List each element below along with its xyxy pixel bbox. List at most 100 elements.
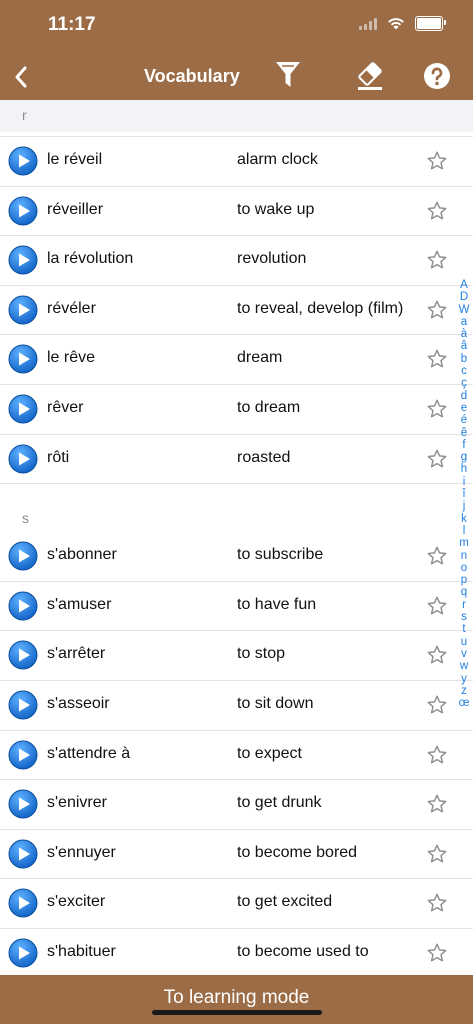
star-outline-icon[interactable] [426, 545, 448, 567]
star-outline-icon[interactable] [426, 299, 448, 321]
play-circle-icon[interactable] [8, 295, 38, 325]
index-letter[interactable]: s [461, 611, 467, 623]
play-circle-icon[interactable] [8, 888, 38, 918]
list-item[interactable]: s'attendre à to expect [0, 731, 473, 781]
index-letter[interactable]: n [461, 550, 467, 562]
french-word: rêver [47, 398, 84, 416]
index-letter[interactable]: m [459, 537, 469, 549]
french-word: le rêve [47, 349, 96, 367]
play-circle-icon[interactable] [8, 938, 38, 968]
star-outline-icon[interactable] [426, 448, 448, 470]
index-letter[interactable]: W [459, 304, 470, 316]
index-letter[interactable]: f [462, 439, 465, 451]
index-letter[interactable]: A [460, 279, 468, 291]
list-item[interactable]: le rêve dream [0, 335, 473, 385]
index-letter[interactable]: z [461, 685, 467, 697]
star-outline-icon[interactable] [426, 744, 448, 766]
section-header: r [0, 100, 473, 132]
index-letter[interactable]: g [461, 451, 467, 463]
index-letter[interactable]: a [461, 316, 467, 328]
play-circle-icon[interactable] [8, 444, 38, 474]
index-letter[interactable]: w [460, 660, 468, 672]
index-letter[interactable]: v [461, 648, 467, 660]
list-item[interactable]: rôti roasted [0, 435, 473, 485]
vocabulary-list[interactable]: r le réveil alarm clock réveiller to wake up… [0, 100, 473, 975]
star-outline-icon[interactable] [426, 595, 448, 617]
list-item[interactable]: s'asseoir to sit down [0, 681, 473, 731]
list-item[interactable]: rêver to dream [0, 385, 473, 435]
index-letter[interactable]: i [463, 476, 466, 488]
alphabet-index[interactable]: ADWaàâbcçdeéêfghiîjklmnopqrstuvwyzœ [455, 279, 473, 709]
index-letter[interactable]: l [463, 525, 466, 537]
index-letter[interactable]: œ [459, 697, 470, 709]
english-translation: revolution [237, 250, 307, 268]
index-letter[interactable]: â [461, 340, 467, 352]
play-circle-icon[interactable] [8, 344, 38, 374]
index-letter[interactable]: p [461, 574, 467, 586]
index-letter[interactable]: D [460, 291, 468, 303]
english-translation: to reveal, develop (film) [237, 299, 404, 317]
star-outline-icon[interactable] [426, 793, 448, 815]
list-item[interactable]: s'ennuyer to become bored [0, 830, 473, 880]
play-circle-icon[interactable] [8, 640, 38, 670]
index-letter[interactable]: h [461, 463, 467, 475]
star-outline-icon[interactable] [426, 942, 448, 964]
star-outline-icon[interactable] [426, 348, 448, 370]
play-circle-icon[interactable] [8, 591, 38, 621]
list-item[interactable]: le réveil alarm clock [0, 137, 473, 187]
index-letter[interactable]: c [461, 365, 467, 377]
star-outline-icon[interactable] [426, 150, 448, 172]
star-outline-icon[interactable] [426, 694, 448, 716]
star-outline-icon[interactable] [426, 843, 448, 865]
list-item[interactable]: s'abonner to subscribe [0, 532, 473, 582]
back-button[interactable] [10, 62, 32, 92]
french-word: s'arrêter [47, 645, 106, 663]
star-outline-icon[interactable] [426, 892, 448, 914]
index-letter[interactable]: u [461, 636, 467, 648]
french-word: s'habituer [47, 942, 116, 960]
star-outline-icon[interactable] [426, 644, 448, 666]
index-letter[interactable]: k [461, 513, 467, 525]
star-outline-icon[interactable] [426, 200, 448, 222]
play-circle-icon[interactable] [8, 394, 38, 424]
funnel-icon[interactable] [274, 60, 302, 90]
play-circle-icon[interactable] [8, 839, 38, 869]
play-circle-icon[interactable] [8, 196, 38, 226]
list-item[interactable]: révéler to reveal, develop (film) [0, 286, 473, 336]
list-item[interactable]: s'habituer to become used to [0, 929, 473, 975]
index-letter[interactable]: î [462, 488, 465, 500]
list-item[interactable]: s'arrêter to stop [0, 631, 473, 681]
index-letter[interactable]: q [461, 586, 467, 598]
play-circle-icon[interactable] [8, 146, 38, 176]
index-letter[interactable]: é [461, 414, 467, 426]
home-indicator [152, 1010, 322, 1015]
status-time: 11:17 [48, 14, 96, 35]
index-letter[interactable]: t [462, 623, 465, 635]
index-letter[interactable]: o [461, 562, 467, 574]
index-letter[interactable]: ê [461, 427, 467, 439]
list-item[interactable]: s'amuser to have fun [0, 582, 473, 632]
play-circle-icon[interactable] [8, 789, 38, 819]
eraser-icon[interactable] [355, 60, 385, 92]
index-letter[interactable]: j [463, 500, 466, 512]
play-circle-icon[interactable] [8, 541, 38, 571]
list-item[interactable]: la révolution revolution [0, 236, 473, 286]
index-letter[interactable]: d [461, 390, 467, 402]
play-circle-icon[interactable] [8, 740, 38, 770]
star-outline-icon[interactable] [426, 398, 448, 420]
index-letter[interactable]: ç [461, 377, 467, 389]
index-letter[interactable]: e [461, 402, 467, 414]
learning-mode-button[interactable]: To learning mode [0, 987, 473, 1009]
index-letter[interactable]: à [461, 328, 467, 340]
index-letter[interactable]: r [462, 599, 466, 611]
english-translation: to expect [237, 744, 302, 762]
question-circle-icon[interactable] [423, 62, 451, 90]
list-item[interactable]: réveiller to wake up [0, 187, 473, 237]
index-letter[interactable]: b [461, 353, 467, 365]
index-letter[interactable]: y [461, 673, 467, 685]
list-item[interactable]: s'enivrer to get drunk [0, 780, 473, 830]
play-circle-icon[interactable] [8, 245, 38, 275]
play-circle-icon[interactable] [8, 690, 38, 720]
list-item[interactable]: s'exciter to get excited [0, 879, 473, 929]
star-outline-icon[interactable] [426, 249, 448, 271]
